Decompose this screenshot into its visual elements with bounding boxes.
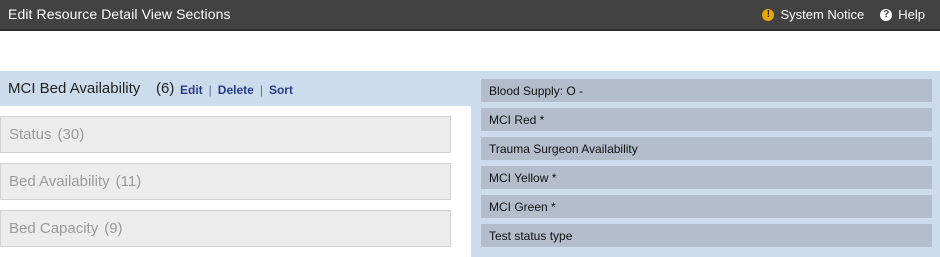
- section-name: Bed Capacity: [9, 220, 99, 237]
- help-icon: ?: [880, 8, 893, 21]
- header-nav: ! System Notice ? Help: [762, 7, 925, 22]
- delete-link[interactable]: Delete: [218, 83, 254, 97]
- edit-link[interactable]: Edit: [180, 83, 203, 97]
- field-label: MCI Green *: [489, 200, 556, 214]
- section-name: Bed Availability: [9, 173, 110, 190]
- section-count: (9): [104, 220, 123, 237]
- help-label: Help: [898, 7, 925, 22]
- separator: |: [259, 83, 263, 97]
- field-label: MCI Yellow *: [489, 171, 557, 185]
- app-header: Edit Resource Detail View Sections ! Sys…: [0, 0, 940, 31]
- section-name: Status: [9, 126, 52, 143]
- section-count: (11): [115, 173, 142, 190]
- field-item[interactable]: Trauma Surgeon Availability: [481, 137, 932, 160]
- separator: |: [208, 83, 212, 97]
- field-item[interactable]: Blood Supply: O -: [481, 79, 932, 102]
- help-button[interactable]: ? Help: [880, 7, 925, 22]
- selected-section-header: MCI Bed Availability (6) Edit | Delete |…: [0, 71, 471, 106]
- section-fields-panel: Blood Supply: O - MCI Red * Trauma Surge…: [471, 71, 940, 257]
- section-count: (30): [57, 126, 85, 143]
- page-title: Edit Resource Detail View Sections: [8, 6, 231, 22]
- field-label: Trauma Surgeon Availability: [489, 142, 638, 156]
- field-item[interactable]: MCI Yellow *: [481, 166, 932, 189]
- section-actions: Edit | Delete | Sort: [180, 83, 293, 97]
- sort-link[interactable]: Sort: [269, 83, 293, 97]
- field-label: Blood Supply: O -: [489, 84, 584, 98]
- selected-section-name: MCI Bed Availability: [8, 80, 141, 97]
- system-notice-button[interactable]: ! System Notice: [762, 7, 864, 22]
- section-item-bed-capacity[interactable]: Bed Capacity (9): [0, 210, 451, 247]
- field-item[interactable]: MCI Red *: [481, 108, 932, 131]
- system-notice-label: System Notice: [780, 7, 865, 22]
- warning-icon: !: [762, 8, 775, 21]
- field-label: MCI Red *: [489, 113, 545, 127]
- section-item-status[interactable]: Status (30): [0, 116, 451, 153]
- section-item-bed-availability[interactable]: Bed Availability (11): [0, 163, 451, 200]
- field-label: Test status type: [489, 229, 573, 243]
- field-item[interactable]: Test status type: [481, 224, 932, 247]
- field-item[interactable]: MCI Green *: [481, 195, 932, 218]
- selected-section-count: (6): [156, 80, 175, 97]
